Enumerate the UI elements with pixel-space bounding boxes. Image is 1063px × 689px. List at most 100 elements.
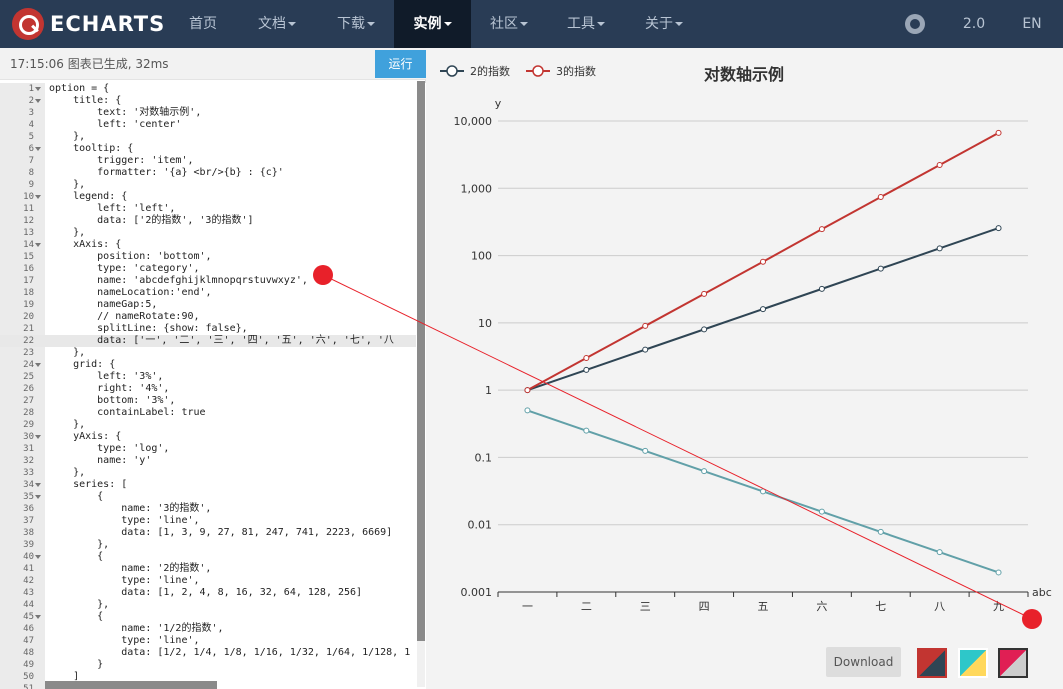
theme-default-swatch[interactable] bbox=[917, 648, 947, 678]
code-line[interactable]: 22 data: ['一', '二', '三', '四', '五', '六', … bbox=[0, 335, 416, 347]
code-line[interactable]: 19 nameGap:5, bbox=[0, 299, 416, 311]
line-number: 4 bbox=[28, 120, 34, 130]
code-line[interactable]: 10 legend: { bbox=[0, 191, 416, 203]
fold-arrow-icon[interactable] bbox=[35, 99, 41, 103]
code-line[interactable]: 37 type: 'line', bbox=[0, 515, 416, 527]
fold-arrow-icon[interactable] bbox=[35, 195, 41, 199]
run-button[interactable]: 运行 bbox=[375, 50, 426, 78]
code-line[interactable]: 18 nameLocation:'end', bbox=[0, 287, 416, 299]
code-text: option = { bbox=[49, 83, 110, 94]
nav-item-1[interactable]: 文档 bbox=[244, 0, 310, 48]
legend-item-label[interactable]: 3的指数 bbox=[556, 64, 596, 78]
theme-light-swatch[interactable] bbox=[958, 648, 988, 678]
data-point bbox=[701, 468, 708, 475]
code-line[interactable]: 40 { bbox=[0, 551, 416, 563]
code-line[interactable]: 41 name: '2的指数', bbox=[0, 563, 416, 575]
code-line[interactable]: 48 data: [1/2, 1/4, 1/8, 1/16, 1/32, 1/6… bbox=[0, 647, 416, 659]
code-line[interactable]: 6 tooltip: { bbox=[0, 143, 416, 155]
code-line[interactable]: 38 data: [1, 3, 9, 27, 81, 247, 741, 222… bbox=[0, 527, 416, 539]
code-line[interactable]: 4 left: 'center' bbox=[0, 119, 416, 131]
language-switch[interactable]: EN bbox=[1013, 0, 1051, 48]
github-icon[interactable] bbox=[905, 14, 925, 34]
code-line[interactable]: 42 type: 'line', bbox=[0, 575, 416, 587]
code-line[interactable]: 11 left: 'left', bbox=[0, 203, 416, 215]
code-line[interactable]: 16 type: 'category', bbox=[0, 263, 416, 275]
code-text: } bbox=[49, 659, 104, 670]
code-line[interactable]: 13 }, bbox=[0, 227, 416, 239]
code-line[interactable]: 15 position: 'bottom', bbox=[0, 251, 416, 263]
code-line[interactable]: 49 } bbox=[0, 659, 416, 671]
code-line[interactable]: 47 type: 'line', bbox=[0, 635, 416, 647]
code-line[interactable]: 29 }, bbox=[0, 419, 416, 431]
y-tick-label: 100 bbox=[471, 250, 492, 263]
fold-arrow-icon[interactable] bbox=[35, 87, 41, 91]
nav-item-6[interactable]: 关于 bbox=[627, 0, 701, 48]
code-text: }, bbox=[49, 599, 110, 610]
nav-item-3[interactable]: 实例 bbox=[394, 0, 471, 48]
code-line[interactable]: 9 }, bbox=[0, 179, 416, 191]
legend-item-label[interactable]: 2的指数 bbox=[470, 64, 510, 78]
download-button[interactable]: Download bbox=[826, 647, 901, 677]
nav-item-label: 社区 bbox=[490, 16, 518, 32]
code-line[interactable]: 17 name: 'abcdefghijklmnopqrstuvwxyz', bbox=[0, 275, 416, 287]
nav-item-4[interactable]: 社区 bbox=[472, 0, 546, 48]
code-line[interactable]: 24 grid: { bbox=[0, 359, 416, 371]
code-line[interactable]: 14 xAxis: { bbox=[0, 239, 416, 251]
fold-arrow-icon[interactable] bbox=[35, 435, 41, 439]
fold-arrow-icon[interactable] bbox=[35, 363, 41, 367]
code-editor[interactable]: 1 option = {2 title: {3 text: '对数轴示例', 4 l… bbox=[0, 83, 426, 689]
fold-arrow-icon[interactable] bbox=[35, 243, 41, 247]
code-line[interactable]: 46 name: '1/2的指数', bbox=[0, 623, 416, 635]
legend-marker-icon bbox=[446, 65, 458, 77]
code-line[interactable]: 26 right: '4%', bbox=[0, 383, 416, 395]
code-line[interactable]: 32 name: 'y' bbox=[0, 455, 416, 467]
nav-item-5[interactable]: 工具 bbox=[550, 0, 622, 48]
code-line[interactable]: 1 option = { bbox=[0, 83, 416, 95]
code-line[interactable]: 7 trigger: 'item', bbox=[0, 155, 416, 167]
code-text: { bbox=[49, 611, 104, 622]
code-line[interactable]: 30 yAxis: { bbox=[0, 431, 416, 443]
code-line[interactable]: 36 name: '3的指数', bbox=[0, 503, 416, 515]
fold-arrow-icon[interactable] bbox=[35, 615, 41, 619]
line-number: 15 bbox=[23, 252, 34, 262]
nav-item-2[interactable]: 下载 bbox=[323, 0, 389, 48]
code-line[interactable]: 21 splitLine: {show: false}, bbox=[0, 323, 416, 335]
code-line[interactable]: 28 containLabel: true bbox=[0, 407, 416, 419]
code-text: { bbox=[49, 551, 104, 562]
editor-scroll-thumb[interactable] bbox=[417, 81, 425, 641]
line-number: 5 bbox=[28, 132, 34, 142]
code-line[interactable]: 25 left: '3%', bbox=[0, 371, 416, 383]
code-line[interactable]: 12 data: ['2的指数', '3的指数'] bbox=[0, 215, 416, 227]
code-line[interactable]: 2 title: { bbox=[0, 95, 416, 107]
echarts-logo[interactable]: ECHARTS bbox=[12, 8, 165, 40]
chart-canvas[interactable]: 2的指数 3的指数 对数轴示例 0.001 0.01 0.1 1 10 100 1,000 10… bbox=[426, 48, 1063, 638]
code-line[interactable]: 5 }, bbox=[0, 131, 416, 143]
code-line[interactable]: 44 }, bbox=[0, 599, 416, 611]
fold-arrow-icon[interactable] bbox=[35, 495, 41, 499]
code-line[interactable]: 20 // nameRotate:90, bbox=[0, 311, 416, 323]
code-line[interactable]: 33 }, bbox=[0, 467, 416, 479]
fold-arrow-icon[interactable] bbox=[35, 483, 41, 487]
editor-horizontal-scrollbar[interactable] bbox=[45, 681, 217, 689]
code-line[interactable]: 27 bottom: '3%', bbox=[0, 395, 416, 407]
code-line[interactable]: 23 }, bbox=[0, 347, 416, 359]
data-point bbox=[818, 285, 825, 292]
fold-arrow-icon[interactable] bbox=[35, 147, 41, 151]
code-line[interactable]: 39 }, bbox=[0, 539, 416, 551]
code-line[interactable]: 3 text: '对数轴示例', bbox=[0, 107, 416, 119]
code-line[interactable]: 34 series: [ bbox=[0, 479, 416, 491]
code-line[interactable]: 45 { bbox=[0, 611, 416, 623]
line-number: 18 bbox=[23, 288, 34, 298]
version-link[interactable]: 2.0 bbox=[955, 0, 993, 48]
y-tick-label: 10 bbox=[478, 317, 492, 330]
code-text: grid: { bbox=[49, 359, 116, 370]
code-line[interactable]: 35 { bbox=[0, 491, 416, 503]
editor-vertical-scrollbar[interactable] bbox=[417, 81, 425, 687]
code-text: yAxis: { bbox=[49, 431, 122, 442]
nav-item-0[interactable]: 首页 bbox=[175, 0, 231, 48]
code-line[interactable]: 31 type: 'log', bbox=[0, 443, 416, 455]
fold-arrow-icon[interactable] bbox=[35, 555, 41, 559]
theme-dark-swatch[interactable] bbox=[998, 648, 1028, 678]
code-line[interactable]: 43 data: [1, 2, 4, 8, 16, 32, 64, 128, 2… bbox=[0, 587, 416, 599]
code-line[interactable]: 8 formatter: '{a} <br/>{b} : {c}' bbox=[0, 167, 416, 179]
